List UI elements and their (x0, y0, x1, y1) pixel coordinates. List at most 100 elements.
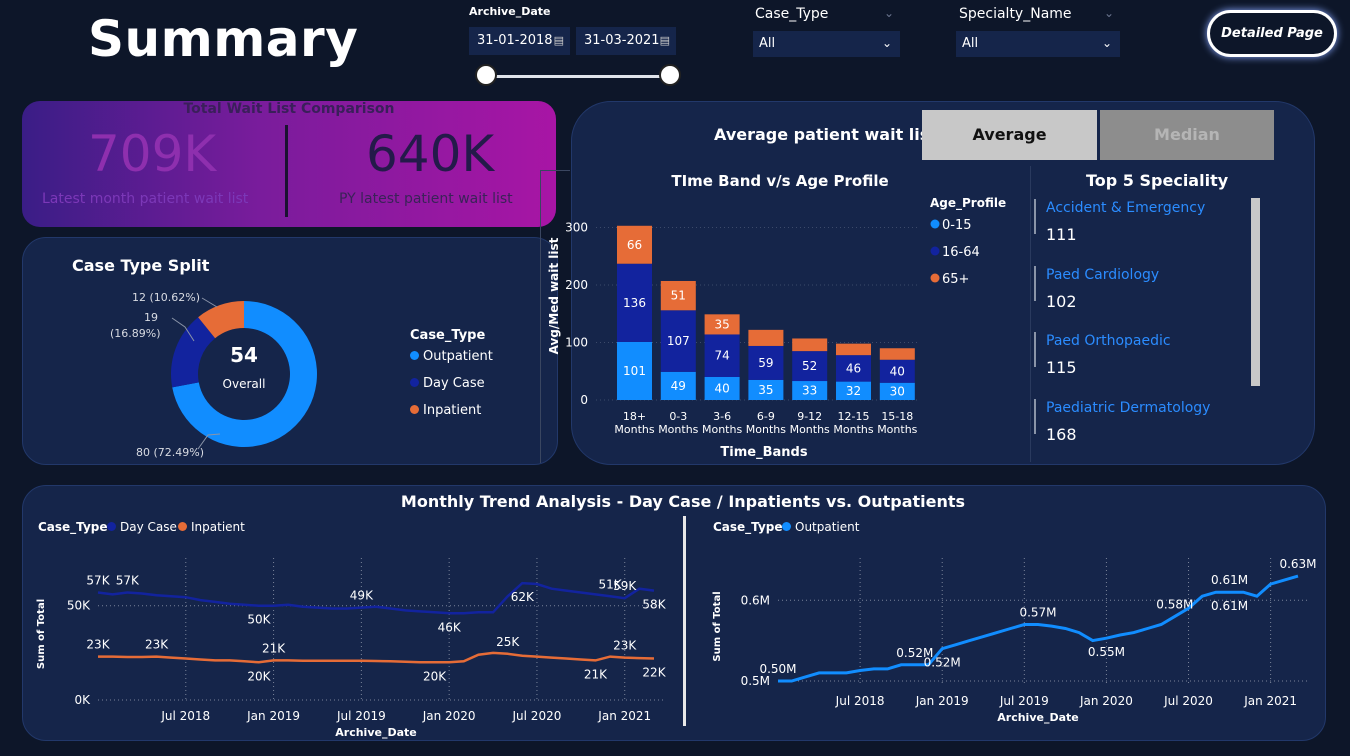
specialty-dropdown[interactable]: All ⌄ (956, 31, 1120, 57)
line-x-label: Archive_Date (997, 711, 1078, 724)
speciality-title: Top 5 Speciality (1086, 171, 1229, 190)
bar-data-label: 32 (846, 384, 861, 398)
archive-date-label: Archive_Date (469, 5, 551, 18)
legend-label: Day Case (120, 520, 177, 534)
x-tick-label: Months (833, 423, 873, 436)
case-legend-item[interactable]: Outpatient (410, 349, 493, 364)
x-tick-label: 3-6 (713, 410, 731, 423)
x-tick-label: Jan 2019 (246, 709, 300, 723)
legend-dot (782, 522, 791, 531)
case-type-label: Case_Type (755, 6, 829, 22)
legend-dot (410, 351, 419, 360)
latest-wait-value: 709K (88, 125, 217, 183)
x-tick-label: Jan 2020 (1079, 694, 1133, 708)
bar-segment-65+ (836, 343, 871, 356)
bar-data-label: 35 (714, 317, 729, 331)
case-legend-item[interactable]: Day Case (410, 376, 485, 391)
x-tick-label: Months (658, 423, 698, 436)
line-data-label: 20K (423, 669, 447, 683)
y-tick-label: 0.5M (741, 674, 770, 688)
bar-data-label: 52 (802, 359, 817, 373)
line-data-label: 0.61M (1211, 599, 1248, 613)
line-data-label: 0.57M (1019, 605, 1056, 619)
time-band-bar-chart: TIme Band v/s Age Profile Avg/Med wait li… (547, 172, 1006, 460)
bar-segment-65+ (748, 329, 784, 346)
donut-center-value: 54 (230, 343, 258, 367)
date-from-input[interactable]: 31-01-2018 ▤ (469, 27, 570, 55)
line-data-label: 0.63M (1279, 557, 1316, 571)
x-tick-label: Jul 2018 (835, 694, 885, 708)
line-data-label: 23K (86, 638, 110, 652)
average-button[interactable]: Average (922, 110, 1097, 160)
bar-data-label: 40 (890, 364, 905, 378)
case-legend-item[interactable]: Inpatient (410, 403, 481, 418)
detailed-page-button[interactable]: Detailed Page (1207, 10, 1337, 57)
slider-start-handle[interactable] (475, 64, 497, 86)
page-title: Summary (88, 10, 359, 68)
line-data-label: 21K (584, 667, 608, 681)
y-tick-label: 50K (67, 599, 91, 613)
speciality-name[interactable]: Paed Orthopaedic (1046, 333, 1171, 349)
line-y-label: Sum of Total (36, 599, 47, 669)
bar-data-label: 51 (671, 289, 686, 303)
x-tick-label: Jul 2020 (1163, 694, 1213, 708)
x-tick-label: Jul 2019 (336, 709, 386, 723)
speciality-accent-bar (1034, 399, 1036, 435)
y-tick-label: 200 (565, 278, 588, 292)
legend-label: Outpatient (795, 520, 860, 534)
donut-label: 80 (72.49%) (136, 446, 204, 459)
line-data-label: 23K (613, 639, 637, 653)
trend-title: Monthly Trend Analysis - Day Case / Inpa… (400, 492, 966, 511)
slider-end-handle[interactable] (659, 64, 681, 86)
legend-dot (930, 273, 940, 283)
line-data-label: 62K (511, 590, 535, 604)
x-tick-label: 6-9 (757, 410, 775, 423)
legend-dot (410, 378, 419, 387)
case-type-dropdown[interactable]: All ⌄ (753, 31, 900, 57)
speciality-name[interactable]: Accident & Emergency (1046, 200, 1205, 216)
speciality-divider (1030, 166, 1031, 462)
speciality-value: 115 (1046, 358, 1077, 378)
calendar-icon[interactable]: ▤ (554, 27, 564, 55)
chevron-down-icon[interactable]: ⌄ (884, 6, 894, 20)
x-tick-label: Jan 2019 (915, 694, 969, 708)
x-tick-label: Months (790, 423, 830, 436)
bar-segment-65+ (879, 348, 915, 360)
bar-chart-title: TIme Band v/s Age Profile (671, 172, 888, 190)
line-data-label: 25K (496, 635, 520, 649)
median-button[interactable]: Median (1100, 110, 1274, 160)
bar-data-label: 66 (627, 238, 642, 252)
series-line-inpatient (98, 651, 655, 664)
calendar-icon[interactable]: ▤ (660, 27, 670, 55)
line-data-label: 0.55M (1088, 645, 1125, 659)
right-legend-title: Case_Type (713, 520, 783, 534)
trend-legend-item[interactable]: Day Case (107, 520, 177, 534)
chevron-down-icon[interactable]: ⌄ (1104, 6, 1114, 20)
bar-data-label: 59 (758, 356, 773, 370)
kpi-title: Total Wait List Comparison (183, 101, 395, 117)
speciality-accent-bar (1034, 332, 1036, 368)
speciality-accent-bar (1034, 265, 1036, 301)
x-tick-label: Jan 2021 (597, 709, 651, 723)
line-data-label: 58K (642, 598, 666, 612)
speciality-name[interactable]: Paed Cardiology (1046, 267, 1159, 283)
line-x-label: Archive_Date (335, 726, 416, 739)
y-tick-label: 100 (565, 336, 588, 350)
outpatient-line-chart: Sum of Total 0.5M 0.6M Jul 2018 Jan 2019 Jul … (712, 557, 1317, 724)
bar-data-label: 49 (671, 379, 686, 393)
line-data-label: 0.52M (924, 656, 961, 670)
speciality-name[interactable]: Paediatric Dermatology (1046, 400, 1210, 416)
age-legend-label: 0-15 (942, 218, 972, 233)
legend-label: Inpatient (191, 520, 245, 534)
date-range-slider[interactable] (486, 75, 670, 78)
x-tick-label: Jul 2020 (512, 709, 562, 723)
specialty-value: All (962, 36, 979, 51)
trend-legend-item[interactable]: Inpatient (178, 520, 245, 534)
speciality-scrollbar[interactable] (1251, 198, 1260, 386)
age-legend-label: 65+ (942, 272, 969, 287)
trend-legend-item[interactable]: Outpatient (782, 520, 859, 534)
date-to-input[interactable]: 31-03-2021 ▤ (576, 27, 676, 55)
legend-dot (107, 522, 116, 531)
x-tick-label: Jul 2018 (160, 709, 210, 723)
speciality-value: 102 (1046, 291, 1077, 311)
